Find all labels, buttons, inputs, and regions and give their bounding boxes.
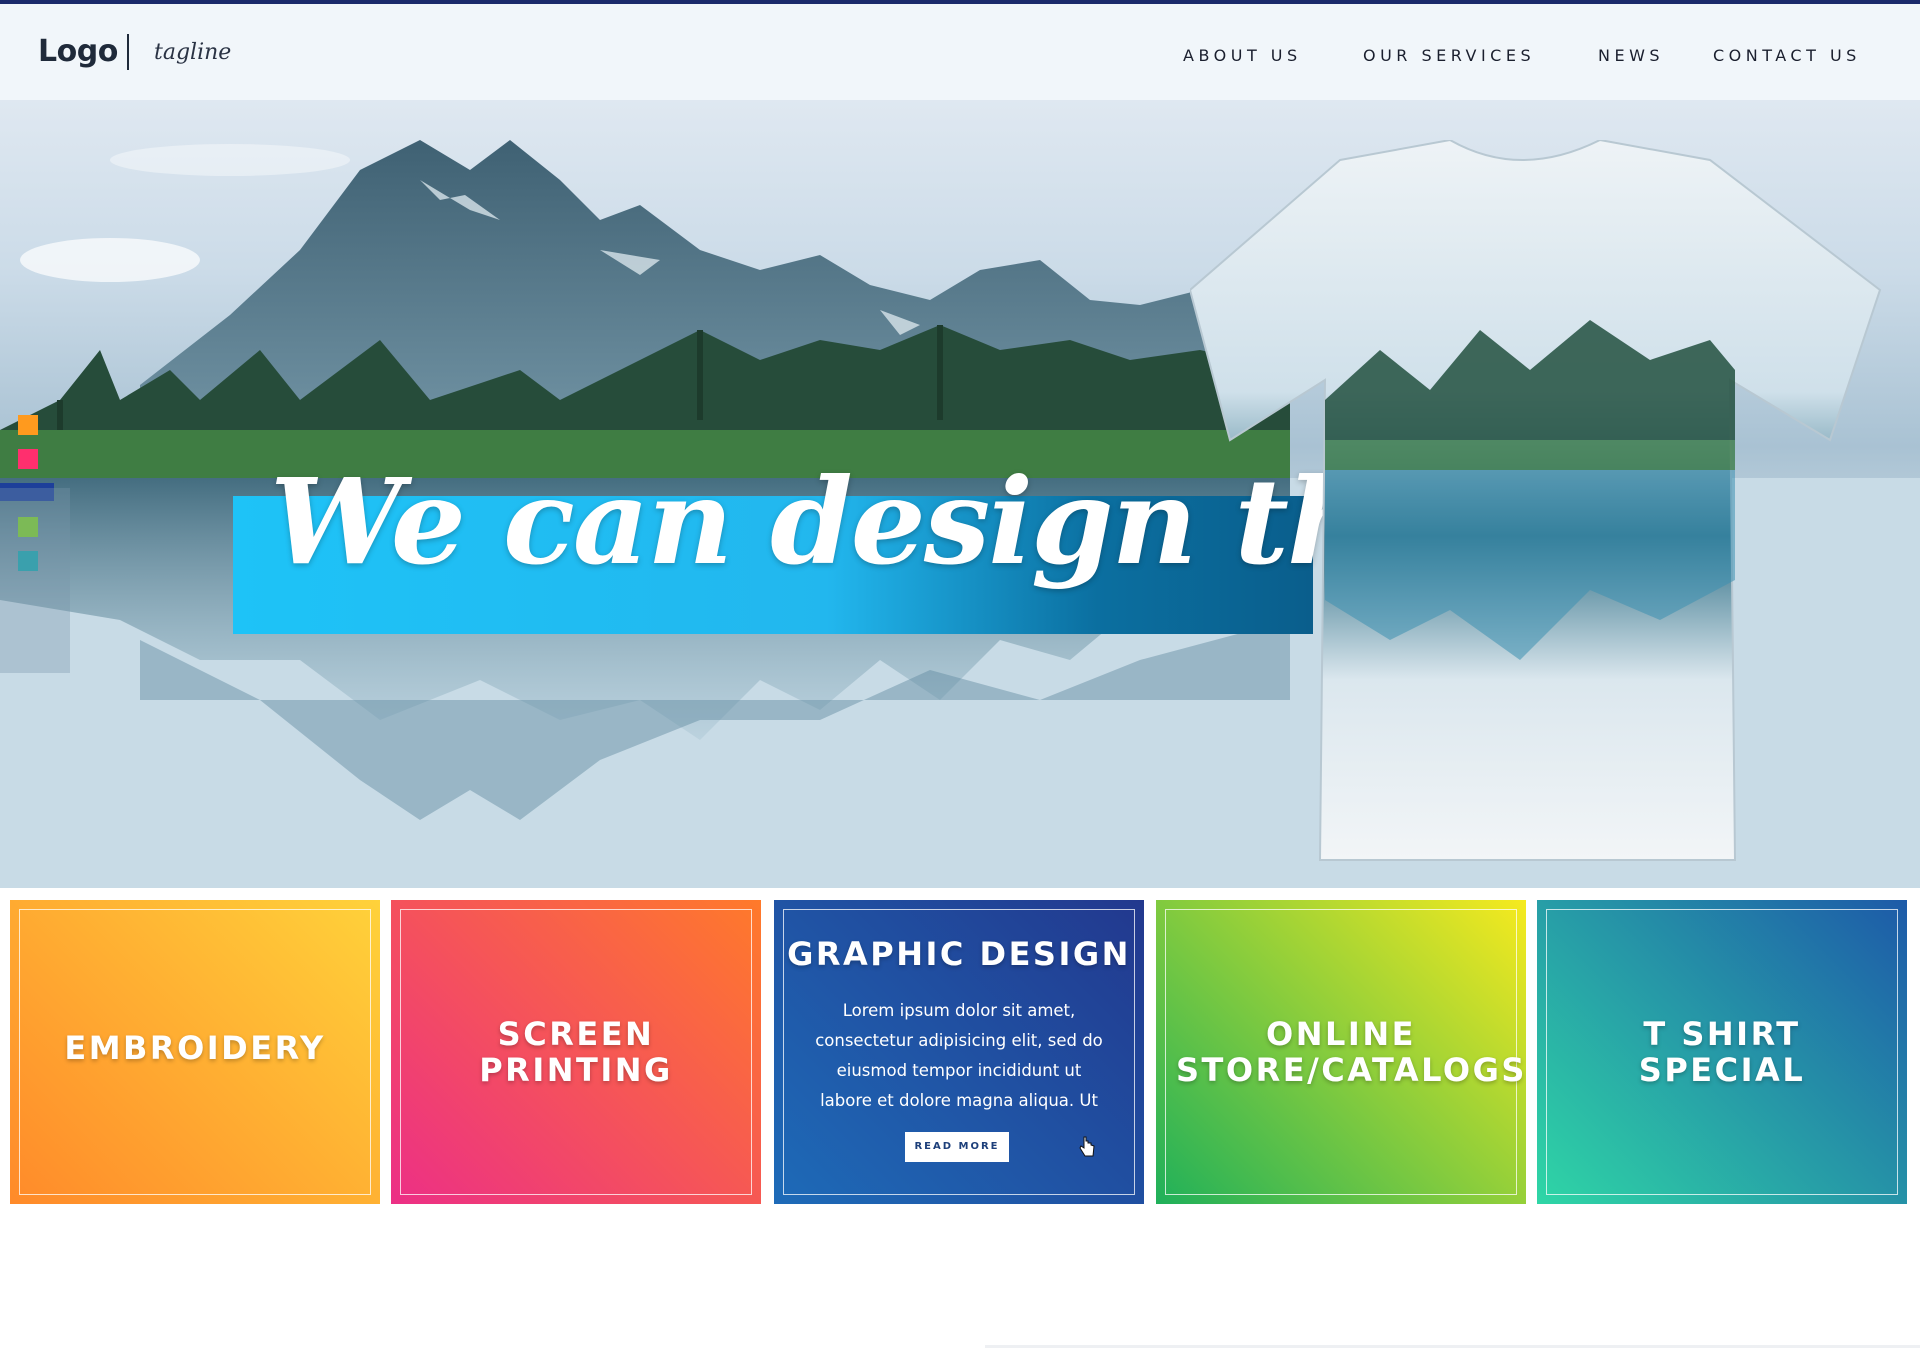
swatch-pink[interactable] [18,449,38,469]
tile-title: SCREEN PRINTING [479,1015,673,1089]
site-header: Logo tagline ABOUT US OUR SERVICES NEWS … [0,4,1920,100]
tile-tshirt-special[interactable]: T SHIRT SPECIAL [1537,900,1907,1204]
nav-news[interactable]: NEWS [1598,46,1664,65]
logo-divider [127,34,129,70]
read-more-button[interactable]: READ MORE [905,1132,1009,1162]
hand-cursor-icon [1079,1136,1095,1157]
site-logo[interactable]: Logo [38,34,118,69]
site-tagline: tagline [154,40,232,65]
tile-title: T SHIRT SPECIAL [1638,1015,1806,1089]
color-swatch-bar [0,488,70,673]
nav-contact-us[interactable]: CONTACT US [1713,46,1861,65]
tile-title: GRAPHIC DESIGN [787,935,1131,973]
tile-graphic-design[interactable]: GRAPHIC DESIGN Lorem ipsum dolor sit ame… [774,900,1144,1204]
tshirt-image [1190,140,1882,861]
tile-online-store[interactable]: ONLINE STORE/CATALOGS [1156,900,1526,1204]
tile-description: Lorem ipsum dolor sit amet, consectetur … [815,1001,1103,1110]
nav-about-us[interactable]: ABOUT US [1183,46,1302,65]
services-tiles: EMBROIDERY SCREEN PRINTING GRAPHIC DESIG… [0,888,1920,1218]
swatch-orange[interactable] [18,415,38,435]
nav-our-services[interactable]: OUR SERVICES [1363,46,1535,65]
tile-title: EMBROIDERY [64,1029,326,1067]
tile-screen-printing[interactable]: SCREEN PRINTING [391,900,761,1204]
footer-divider [985,1345,1920,1348]
tile-title: ONLINE STORE/CATALOGS [1176,1015,1526,1089]
tile-embroidery[interactable]: EMBROIDERY [10,900,380,1204]
